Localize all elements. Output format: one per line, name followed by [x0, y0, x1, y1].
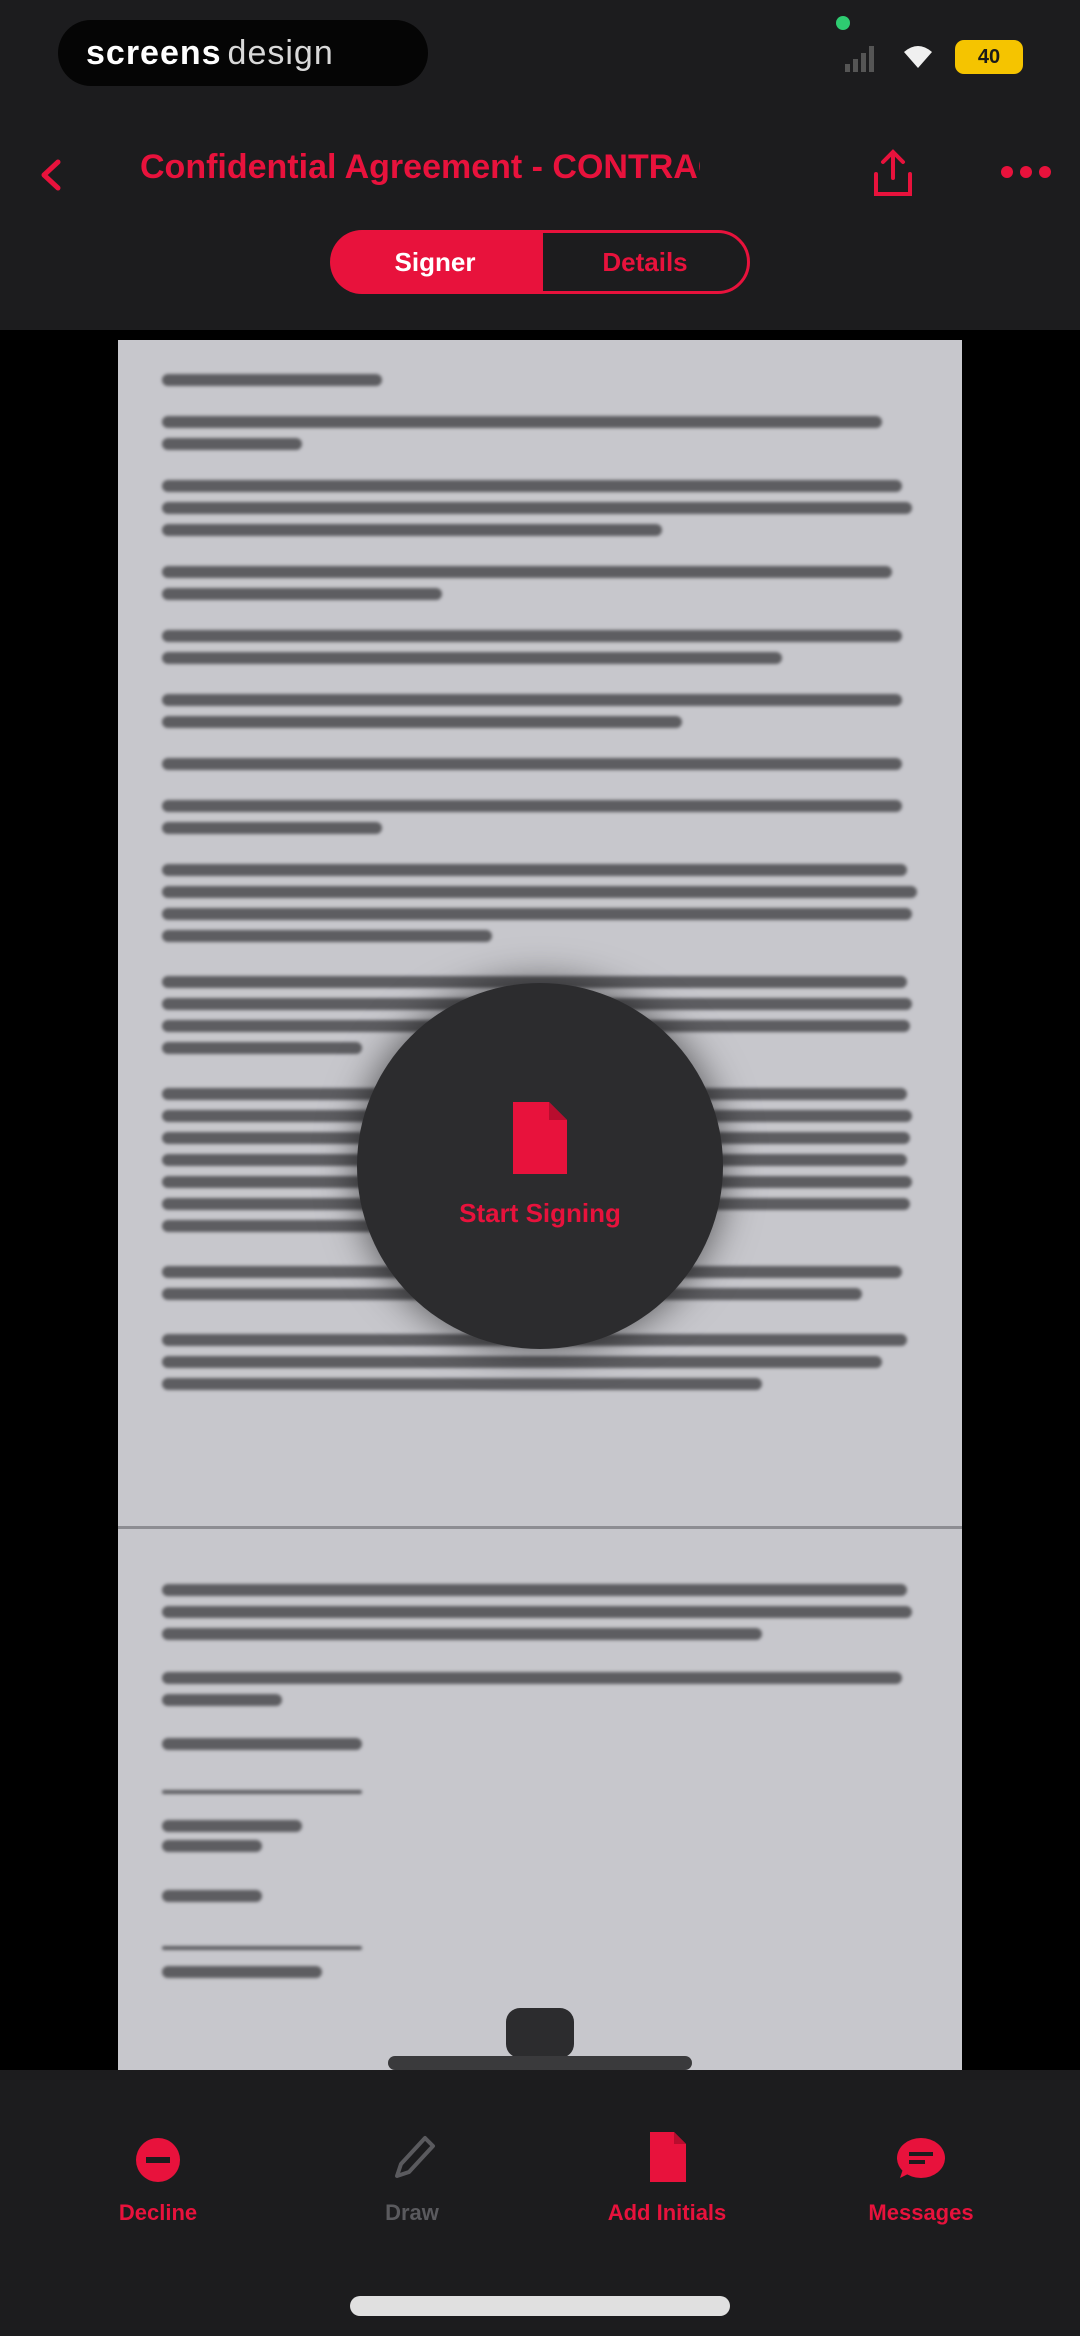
- nav-decline-label: Decline: [118, 2200, 198, 2225]
- nav-messages-label: Messages: [868, 2200, 974, 2225]
- battery-indicator: 40: [955, 40, 1023, 74]
- page-divider: [118, 1526, 962, 1529]
- tab-details[interactable]: Details: [540, 230, 750, 294]
- wifi-icon: [904, 46, 932, 68]
- start-signing-label: Start Signing: [459, 1198, 621, 1228]
- nav-draw[interactable]: Draw: [317, 2120, 507, 2240]
- more-options-icon[interactable]: [1000, 165, 1052, 179]
- nav-draw-label: Draw: [385, 2200, 439, 2225]
- share-icon[interactable]: [870, 148, 916, 198]
- page-scroll-handle[interactable]: [506, 2008, 574, 2058]
- decline-icon: [136, 2138, 180, 2182]
- tab-signer[interactable]: Signer: [330, 230, 540, 294]
- back-arrow-icon[interactable]: [36, 158, 70, 192]
- nav-add-initials-label: Add Initials: [607, 2200, 727, 2225]
- nav-add-initials[interactable]: Add Initials: [572, 2120, 762, 2240]
- app-name-pill: screens design: [58, 20, 428, 86]
- camera-indicator-dot: [836, 16, 850, 30]
- view-tabs: Signer Details: [330, 230, 750, 294]
- nav-messages[interactable]: Messages: [826, 2120, 1016, 2240]
- screen: screens design 40 Confidential Agreement …: [0, 0, 1080, 2336]
- start-signing-button[interactable]: Start Signing: [357, 983, 723, 1349]
- message-icon: [897, 2138, 945, 2178]
- document-icon: [513, 1102, 567, 1174]
- document-title: Confidential Agreement - CONTRACT: [140, 148, 700, 186]
- app-name-bold: screens: [86, 33, 222, 72]
- app-name-thin: design: [227, 33, 334, 72]
- signal-icon: [845, 46, 874, 72]
- page-scroll-bar[interactable]: [388, 2056, 692, 2070]
- nav-decline[interactable]: Decline: [63, 2120, 253, 2240]
- document-icon: [650, 2132, 686, 2182]
- home-indicator[interactable]: [350, 2296, 730, 2316]
- pen-icon: [395, 2136, 435, 2178]
- status-bar: screens design 40: [0, 0, 1080, 120]
